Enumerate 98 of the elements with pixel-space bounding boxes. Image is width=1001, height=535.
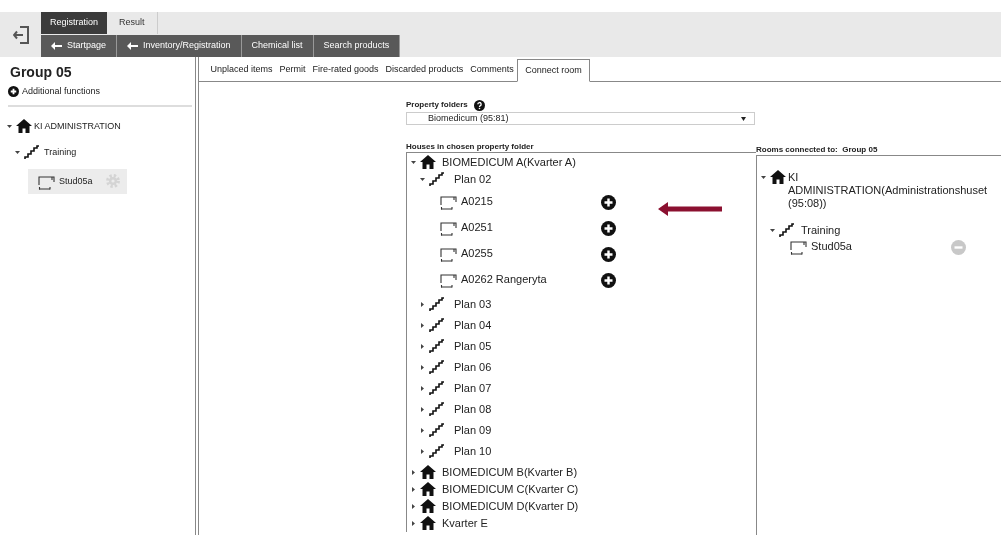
floor-label[interactable]: Plan 06 <box>454 361 492 374</box>
expand-caret-icon[interactable] <box>14 148 21 156</box>
room-item[interactable]: Stud05a <box>28 168 127 194</box>
floor-label[interactable]: Plan 03 <box>454 298 492 311</box>
house-icon <box>420 465 436 479</box>
room-icon <box>38 175 55 190</box>
house-label[interactable]: BIOMEDICUM B(Kvarter B) <box>442 466 578 479</box>
stairs-icon <box>429 402 445 416</box>
room-label: Stud05a <box>59 174 93 188</box>
room-icon <box>790 241 807 255</box>
floor-label[interactable]: Plan 05 <box>454 340 492 353</box>
stairs-icon <box>429 172 445 186</box>
help-icon[interactable] <box>473 99 485 111</box>
content-tab[interactable]: Comments <box>466 59 518 81</box>
floor-label[interactable]: Plan 09 <box>454 424 492 437</box>
property-folders-label: Property folders <box>406 99 468 111</box>
floor-label[interactable]: Plan 04 <box>454 319 492 332</box>
stairs-icon <box>429 339 445 353</box>
floor-label[interactable]: Plan 08 <box>454 403 492 416</box>
house-icon <box>16 118 32 133</box>
stairs-icon <box>429 318 445 332</box>
house-label[interactable]: BIOMEDICUM A(Kvarter A) <box>442 156 576 169</box>
pointer-arrow <box>658 202 722 216</box>
collapsed-caret-icon[interactable] <box>419 406 426 413</box>
expand-caret-icon[interactable] <box>419 176 426 183</box>
collapsed-caret-icon[interactable] <box>419 301 426 308</box>
collapsed-caret-icon[interactable] <box>419 364 426 371</box>
collapsed-caret-icon[interactable] <box>410 520 417 527</box>
room-icon <box>440 222 457 236</box>
add-button[interactable] <box>601 221 616 236</box>
floor-label[interactable]: Plan 02 <box>454 173 492 186</box>
add-button[interactable] <box>601 273 616 288</box>
house-icon <box>420 499 436 513</box>
stairs-icon <box>24 144 40 159</box>
collapsed-caret-icon[interactable] <box>419 322 426 329</box>
room-label: A0251 <box>461 221 494 234</box>
expand-caret-icon[interactable] <box>6 122 13 130</box>
additional-functions-link[interactable]: Additional functions <box>22 85 101 99</box>
floor-label[interactable]: Training <box>44 145 77 159</box>
floor-label[interactable]: Plan 10 <box>454 445 492 458</box>
house-icon <box>420 155 436 169</box>
plus-circle-icon[interactable] <box>8 86 19 98</box>
collapsed-caret-icon[interactable] <box>419 448 426 455</box>
stairs-icon <box>429 360 445 374</box>
house-icon <box>770 170 786 184</box>
property-folder-select[interactable]: Biomedicum (95:81) <box>406 112 755 125</box>
collapsed-caret-icon[interactable] <box>410 503 417 510</box>
content-tab[interactable]: Discarded products <box>382 59 467 81</box>
stairs-icon <box>779 223 795 237</box>
room-label: A0215 <box>461 195 494 208</box>
house-label[interactable]: KI ADMINISTRATION(Administrationshuset (95:08)) <box>788 171 988 210</box>
floor-label[interactable]: Plan 07 <box>454 382 492 395</box>
group-title: Group 05 <box>10 63 73 81</box>
nav-button[interactable]: Search products <box>313 35 401 57</box>
gear-icon <box>104 172 121 189</box>
room-icon <box>440 196 457 210</box>
nav-button[interactable]: Chemical list <box>241 35 314 57</box>
caret-icon <box>741 116 746 121</box>
room-label: Stud05a <box>811 240 853 253</box>
stairs-icon <box>429 297 445 311</box>
room-icon <box>440 274 457 288</box>
content-tab[interactable]: Unplaced items <box>207 59 277 81</box>
add-button[interactable] <box>601 247 616 262</box>
back-arrow-icon <box>127 42 139 50</box>
expand-caret-icon[interactable] <box>760 174 767 181</box>
expand-caret-icon[interactable] <box>769 227 776 234</box>
content-tab[interactable]: Permit <box>276 59 310 81</box>
collapsed-caret-icon[interactable] <box>419 343 426 350</box>
back-arrow-icon <box>51 42 62 50</box>
house-label[interactable]: BIOMEDICUM D(Kvarter D) <box>442 500 579 513</box>
rooms-connected-label: Rooms connected to: Group 05 <box>756 144 879 155</box>
room-icon <box>440 248 457 262</box>
stairs-icon <box>429 423 445 437</box>
stairs-icon <box>429 381 445 395</box>
collapsed-caret-icon[interactable] <box>410 469 417 476</box>
floor-label[interactable]: Training <box>801 224 1001 237</box>
top-tab[interactable]: Registration <box>41 12 108 34</box>
add-button[interactable] <box>601 195 616 210</box>
top-tab[interactable]: Result <box>107 12 158 34</box>
exit-icon[interactable] <box>12 25 29 44</box>
content-tab[interactable]: Fire-rated goods <box>309 59 383 81</box>
content-tab[interactable]: Connect room <box>517 59 590 82</box>
house-icon <box>420 516 436 530</box>
collapsed-caret-icon[interactable] <box>419 427 426 434</box>
expand-caret-icon[interactable] <box>410 159 417 166</box>
stairs-icon <box>429 444 445 458</box>
collapsed-caret-icon[interactable] <box>410 486 417 493</box>
house-icon <box>420 482 436 496</box>
houses-label: Houses in chosen property folder <box>406 141 535 152</box>
select-value: Biomedicum (95:81) <box>428 114 510 123</box>
nav-button[interactable]: Startpage <box>41 35 118 57</box>
collapsed-caret-icon[interactable] <box>419 385 426 392</box>
room-label: A0255 <box>461 247 494 260</box>
house-label[interactable]: Kvarter E <box>442 517 488 530</box>
house-label[interactable]: KI ADMINISTRATION <box>34 119 121 133</box>
room-label: A0262 Rangeryta <box>461 273 548 286</box>
house-label[interactable]: BIOMEDICUM C(Kvarter C) <box>442 483 579 496</box>
nav-button[interactable]: Inventory/Registration <box>117 35 242 57</box>
